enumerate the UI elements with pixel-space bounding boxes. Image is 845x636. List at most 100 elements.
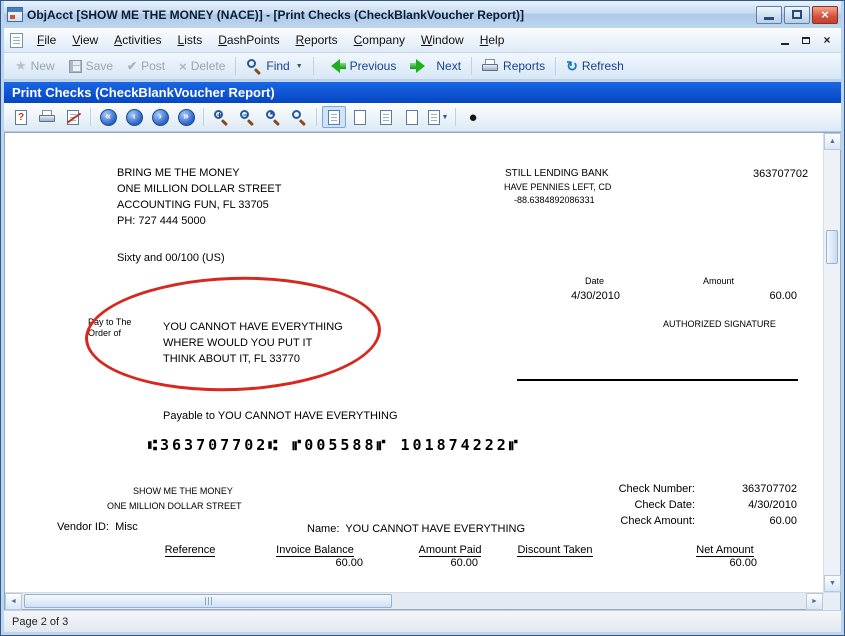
nav-previous-page-button[interactable]: ‹ [122,106,146,128]
scroll-up-button[interactable]: ▲ [824,133,841,150]
previous-page-icon: ‹ [126,109,143,126]
remit-company-name: SHOW ME THE MONEY [133,486,233,496]
print-icon [39,110,56,125]
menu-window[interactable]: Window [413,29,472,51]
save-button[interactable]: Save [62,56,120,76]
date-label: Date [585,276,604,286]
previous-label: Previous [350,59,397,73]
view-actual-size-button[interactable] [322,106,346,128]
view-fit-page-button[interactable] [348,106,372,128]
new-icon: ★ [15,58,27,74]
delete-button[interactable]: × Delete [172,56,232,77]
horizontal-scrollbar-row: ◄ ► [5,592,840,609]
zoom-out-icon: − [239,109,255,125]
mdi-close-button[interactable]: × [817,32,837,49]
zoom-select-button[interactable] [287,106,311,128]
maximize-icon [792,10,802,19]
check-amount-label: Check Amount: [550,515,695,527]
scroll-down-icon: ▼ [829,580,836,587]
maximize-button[interactable] [784,6,810,24]
find-in-report-button[interactable]: * [261,106,285,128]
scroll-left-button[interactable]: ◄ [5,593,22,610]
scroll-right-button[interactable]: ► [806,593,823,610]
menu-help[interactable]: Help [472,29,513,51]
bank-location: HAVE PENNIES LEFT, CD [504,182,611,192]
view-fit-width-button[interactable] [374,106,398,128]
next-button[interactable]: Next [403,56,468,76]
app-window: ObjAcct [SHOW ME THE MONEY (NACE)] - [Pr… [0,0,845,636]
menu-view[interactable]: View [64,29,106,51]
vertical-scroll-track[interactable] [824,150,840,575]
document-icon[interactable] [10,33,23,48]
toolbar-separator [555,57,556,75]
amount-in-words: Sixty and 00/100 (US) [117,252,225,264]
menu-company[interactable]: Company [346,29,413,51]
payable-to-line: Payable to YOU CANNOT HAVE EVERYTHING [163,410,398,422]
view-two-pages-button[interactable] [400,106,424,128]
menu-activities[interactable]: Activities [106,29,169,51]
bank-name: STILL LENDING BANK [505,168,609,179]
mdi-minimize-button[interactable] [775,32,795,49]
horizontal-scrollbar[interactable]: ◄ ► [5,593,823,609]
fit-width-icon [380,110,392,125]
close-button[interactable]: × [812,6,838,24]
previous-button[interactable]: Previous [317,56,404,76]
zoom-in-button[interactable]: + [209,106,233,128]
menu-lists[interactable]: Lists [170,29,211,51]
save-icon [69,60,82,73]
refresh-button[interactable]: ↻ Refresh [559,56,631,76]
page-indicator: Page 2 of 3 [12,616,68,628]
menu-dashpoints[interactable]: DashPoints [210,29,287,51]
horizontal-scroll-thumb[interactable] [24,594,392,608]
mdi-restore-icon [802,37,810,44]
report-title: Print Checks (CheckBlankVoucher Report) [12,85,275,100]
app-icon[interactable] [7,7,23,22]
next-arrow-icon [410,59,432,73]
signature-line [517,379,798,381]
payee-name-row: Name: YOU CANNOT HAVE EVERYTHING [307,523,525,535]
mdi-restore-button[interactable] [796,32,816,49]
find-dropdown-icon[interactable]: ▼ [296,63,303,70]
report-toolbar: ? « ‹ › » + − * [4,103,841,132]
minimize-button[interactable] [756,6,782,24]
export-icon [67,110,79,125]
stop-button[interactable]: ● [461,106,485,128]
scroll-right-icon: ► [811,598,818,605]
payee-name-label: Name: [307,523,339,535]
amount-value: 60.00 [725,290,797,302]
authorized-signature-label: AUTHORIZED SIGNATURE [663,319,776,329]
reports-label: Reports [503,59,545,73]
reports-button[interactable]: Reports [475,56,552,77]
column-header-reference: Reference [130,540,250,558]
delete-label: Delete [191,59,226,73]
view-options-dropdown[interactable]: ▼ [426,106,450,128]
nav-last-page-button[interactable]: » [174,106,198,128]
menubar: File View Activities Lists DashPoints Re… [4,28,841,53]
titlebar[interactable]: ObjAcct [SHOW ME THE MONEY (NACE)] - [Pr… [4,1,841,28]
zoom-out-button[interactable]: − [235,106,259,128]
two-pages-icon [406,110,418,125]
close-icon: × [821,8,829,21]
scroll-down-button[interactable]: ▼ [824,575,841,592]
horizontal-scroll-track[interactable] [22,593,806,609]
amount-label: Amount [703,276,734,286]
new-button[interactable]: ★ New [8,55,62,77]
red-circle-annotation [83,272,383,396]
nav-first-page-button[interactable]: « [96,106,120,128]
report-print-button[interactable] [35,106,59,128]
menu-file[interactable]: File [29,29,64,51]
report-export-button[interactable] [61,106,85,128]
vertical-scrollbar[interactable]: ▲ ▼ [823,133,840,592]
find-icon [246,58,262,74]
post-button[interactable]: ✔ Post [120,56,172,76]
find-in-report-icon: * [265,109,281,125]
column-header-invoice-balance: Invoice Balance [255,540,375,558]
nav-next-page-button[interactable]: › [148,106,172,128]
stop-icon: ● [468,110,477,125]
find-button[interactable]: Find ▼ [239,55,309,77]
report-help-button[interactable]: ? [9,106,33,128]
menu-reports[interactable]: Reports [288,29,346,51]
toolbar-separator [316,108,317,126]
vertical-scroll-thumb[interactable] [826,230,838,264]
check-number-value: 363707702 [700,483,797,495]
